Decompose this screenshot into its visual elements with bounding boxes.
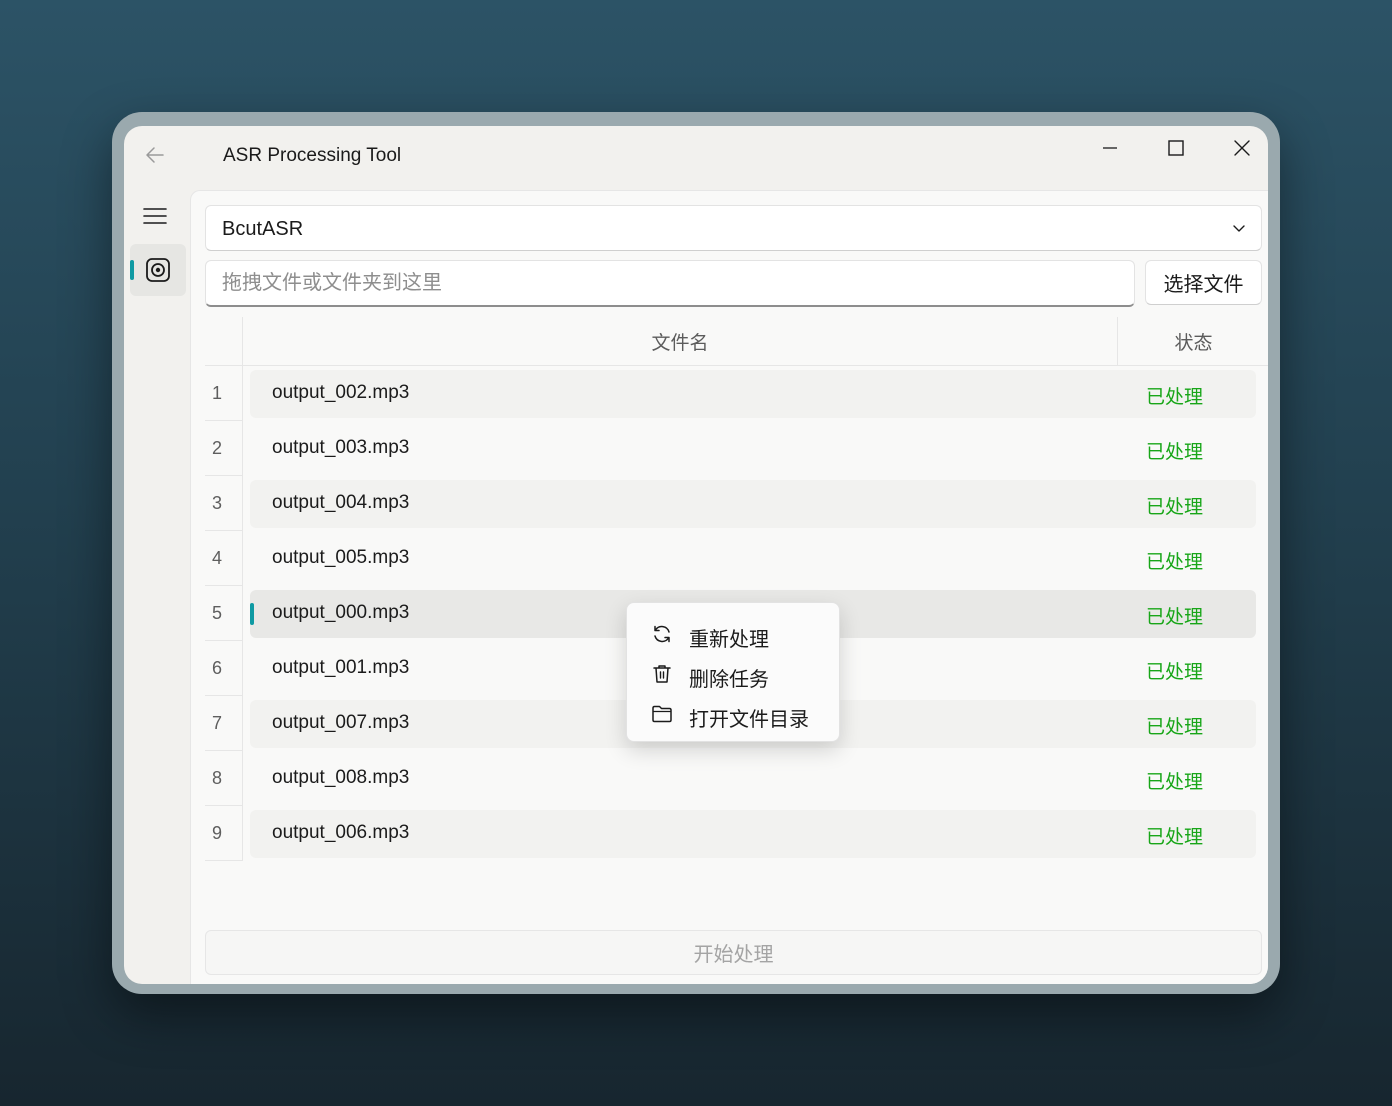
table-row[interactable]: output_006.mp3 已处理 [250, 810, 1256, 858]
navigation-sidebar [124, 190, 190, 984]
menu-item-reprocess[interactable]: 重新处理 [633, 615, 833, 653]
row-number: 6 [205, 641, 243, 696]
row-context-menu: 重新处理 删除任务 打开文件目录 [626, 602, 840, 742]
file-table: 文件名 状态 1 2 3 4 5 6 7 8 9 output_002.mp3 … [205, 317, 1268, 862]
minimize-icon [1103, 147, 1117, 149]
close-button[interactable] [1214, 130, 1268, 166]
file-name-cell: output_008.mp3 [272, 767, 410, 788]
main-content: BcutASR 选择文件 文件名 状态 1 2 3 4 5 6 7 8 9 ou… [190, 190, 1268, 984]
table-row[interactable]: output_003.mp3 已处理 [250, 425, 1256, 473]
file-name-cell: output_004.mp3 [272, 492, 410, 513]
column-header-status[interactable]: 状态 [1118, 317, 1268, 366]
close-icon [1234, 140, 1250, 156]
file-name-cell: output_002.mp3 [272, 382, 410, 403]
maximize-icon [1168, 140, 1184, 156]
row-number: 2 [205, 421, 243, 476]
menu-item-delete-task[interactable]: 删除任务 [633, 655, 833, 693]
table-row[interactable]: output_002.mp3 已处理 [250, 370, 1256, 418]
status-cell: 已处理 [1146, 497, 1204, 518]
select-file-button[interactable]: 选择文件 [1145, 260, 1262, 305]
row-number: 5 [205, 586, 243, 641]
start-processing-button[interactable]: 开始处理 [205, 930, 1262, 975]
file-drop-input[interactable] [205, 260, 1135, 307]
maximize-button[interactable] [1148, 130, 1204, 166]
app-window: ASR Processing Tool BcutASR 拖拽文件或文件夹到这里 … [124, 126, 1268, 984]
status-cell: 已处理 [1146, 662, 1204, 683]
file-name-cell: output_001.mp3 [272, 657, 410, 678]
file-name-cell: output_005.mp3 [272, 547, 410, 568]
asr-engine-select[interactable]: BcutASR [205, 205, 1262, 251]
title-bar: ASR Processing Tool [124, 126, 1268, 190]
status-cell: 已处理 [1146, 717, 1204, 738]
status-cell: 已处理 [1146, 772, 1204, 793]
row-number: 3 [205, 476, 243, 531]
status-cell: 已处理 [1146, 607, 1204, 628]
table-corner [205, 317, 243, 366]
row-selected-indicator [250, 603, 254, 625]
menu-item-label: 删除任务 [689, 669, 769, 691]
row-number: 7 [205, 696, 243, 751]
file-name-cell: output_000.mp3 [272, 602, 410, 623]
row-number: 1 [205, 366, 243, 421]
status-cell: 已处理 [1146, 387, 1204, 408]
status-cell: 已处理 [1146, 827, 1204, 848]
column-header-filename[interactable]: 文件名 [243, 317, 1118, 366]
menu-item-label: 打开文件目录 [689, 709, 809, 731]
table-row[interactable]: output_004.mp3 已处理 [250, 480, 1256, 528]
menu-toggle-button[interactable] [134, 196, 176, 236]
status-cell: 已处理 [1146, 552, 1204, 573]
refresh-icon [651, 623, 673, 645]
nav-item-asr[interactable] [130, 244, 186, 296]
menu-item-open-folder[interactable]: 打开文件目录 [633, 695, 833, 733]
file-name-cell: output_006.mp3 [272, 822, 410, 843]
trash-icon [651, 663, 673, 685]
row-number: 4 [205, 531, 243, 586]
hamburger-menu-icon [143, 208, 167, 224]
back-button[interactable] [138, 140, 172, 170]
minimize-button[interactable] [1082, 130, 1138, 166]
row-number: 8 [205, 751, 243, 806]
asr-engine-value: BcutASR [222, 218, 304, 240]
status-cell: 已处理 [1146, 442, 1204, 463]
app-title: ASR Processing Tool [223, 145, 402, 166]
folder-icon [651, 703, 673, 725]
chevron-down-icon [1233, 225, 1245, 232]
row-number: 9 [205, 806, 243, 861]
table-row[interactable]: output_008.mp3 已处理 [250, 755, 1256, 803]
menu-item-label: 重新处理 [689, 629, 769, 651]
table-row[interactable]: output_005.mp3 已处理 [250, 535, 1256, 583]
file-name-cell: output_003.mp3 [272, 437, 410, 458]
arrow-left-icon [146, 147, 164, 163]
file-name-cell: output_007.mp3 [272, 712, 410, 733]
record-icon [146, 258, 170, 282]
nav-selected-indicator [130, 260, 134, 280]
